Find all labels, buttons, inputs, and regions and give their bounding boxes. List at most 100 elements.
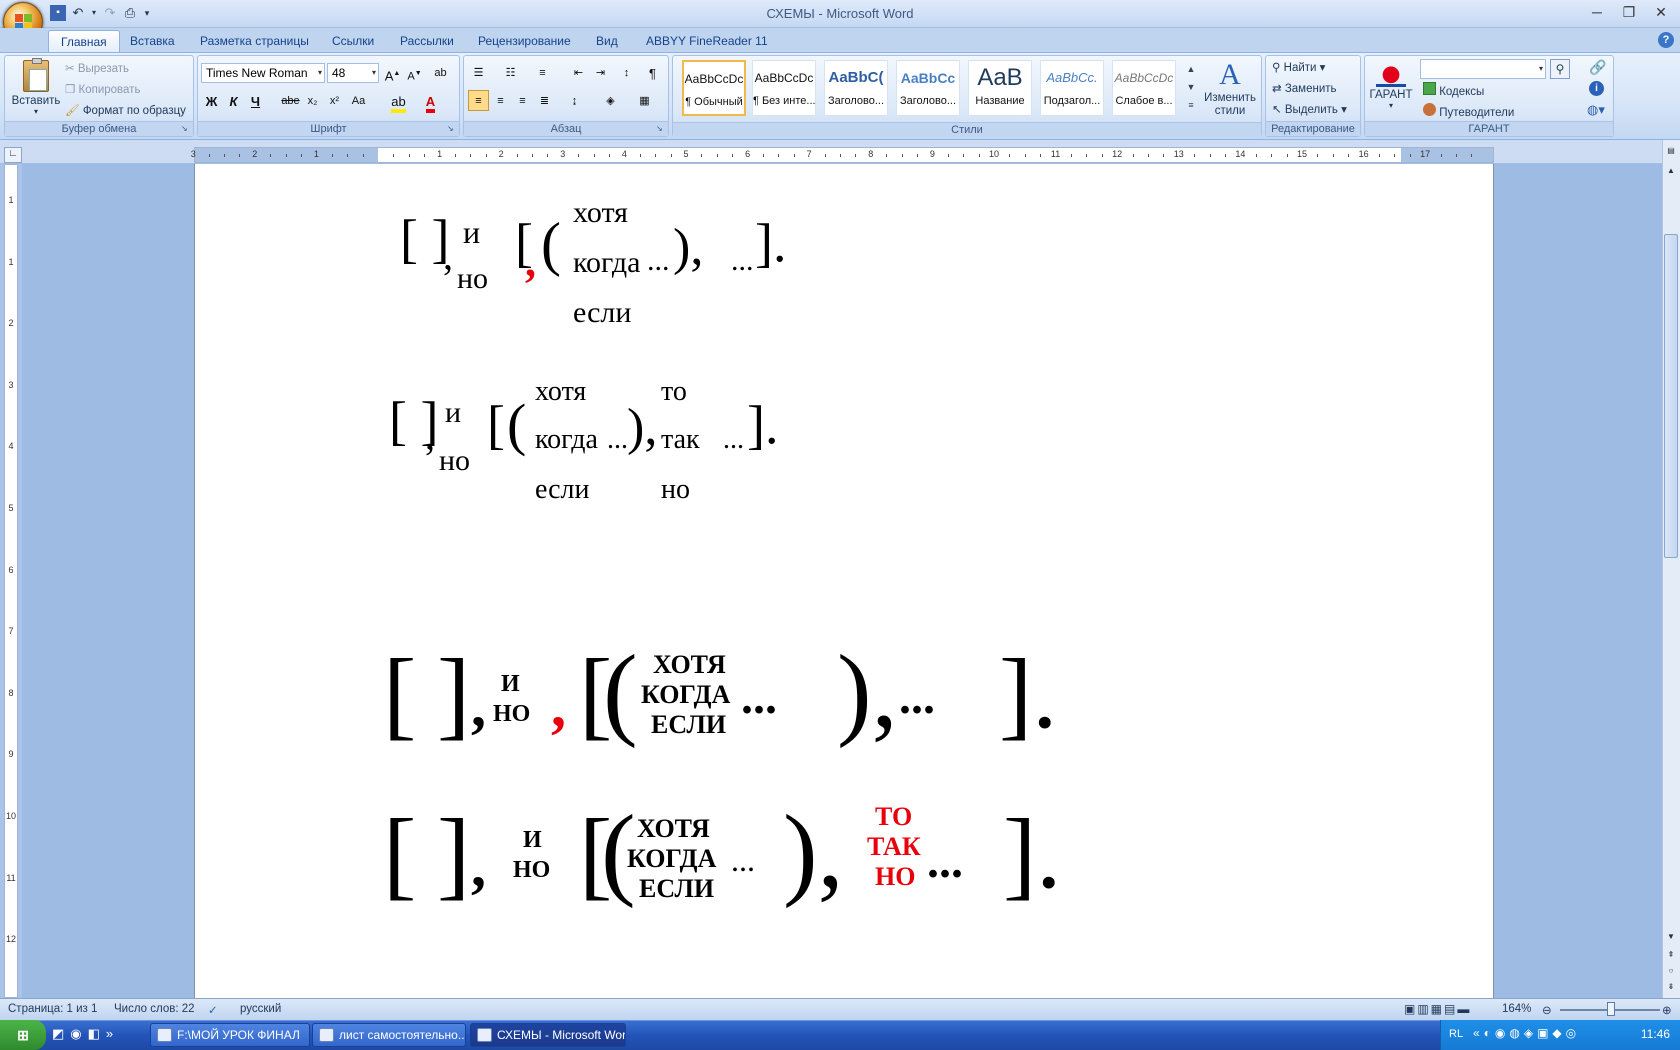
align-center-icon[interactable]: ≡ (490, 90, 511, 111)
vertical-ruler[interactable]: 1 1 2 3 4 5 6 7 8 9 10 11 12 (4, 164, 18, 998)
paste-button[interactable]: Вставить ▾ (11, 58, 61, 120)
spellcheck-icon[interactable]: ✓ (208, 1003, 218, 1017)
browse-object-icon[interactable]: ○ (1664, 964, 1678, 978)
grow-font-button[interactable]: A▲ (382, 62, 403, 83)
globe-icon[interactable]: ◍▾ (1587, 102, 1605, 118)
styles-scroll[interactable]: ▲ ▼ ≡ (1184, 60, 1198, 116)
zoom-slider-thumb[interactable] (1607, 1002, 1615, 1016)
change-case-button[interactable]: Aa (348, 90, 369, 111)
language-indicator[interactable]: русский (240, 1003, 281, 1015)
align-right-icon[interactable]: ≡ (512, 90, 533, 111)
tab-view[interactable]: Вид (584, 30, 630, 52)
scroll-up-icon[interactable]: ▲ (1664, 164, 1678, 178)
zoom-in-icon[interactable]: ⊕ (1662, 1003, 1672, 1017)
minimize-icon[interactable]: ─ (1586, 3, 1608, 21)
word-count[interactable]: Число слов: 22 (114, 1003, 195, 1015)
underline-button[interactable]: Ч (245, 90, 266, 111)
justify-icon[interactable]: ≣ (534, 90, 555, 111)
style-heading-2[interactable]: AaBbCc Заголово... (896, 60, 960, 116)
scroll-down-icon[interactable]: ▼ (1664, 930, 1678, 944)
garant-button[interactable]: ГАРАНТ ▾ (1369, 59, 1413, 119)
font-size-combo[interactable]: 48 ▾ (327, 63, 379, 83)
next-page-icon[interactable]: ⇟ (1664, 980, 1678, 994)
tab-stop-selector[interactable]: ∟ (4, 147, 22, 163)
subscript-button[interactable]: x₂ (302, 90, 323, 111)
zoom-out-icon[interactable]: ⊖ (1542, 1003, 1552, 1017)
link-icon[interactable]: 🔗 (1589, 59, 1606, 76)
garant-label: ГАРАНТ (1369, 89, 1413, 101)
taskbar-item-schemes[interactable]: СХЕМЫ - Microsoft Word (470, 1023, 626, 1047)
font-color-icon[interactable]: A (420, 90, 441, 113)
italic-button[interactable]: К (223, 90, 244, 111)
language-indicator[interactable]: RL (1449, 1028, 1463, 1040)
style-subtitle[interactable]: AaBbCc. Подзагол... (1040, 60, 1104, 116)
horizontal-ruler[interactable]: 3 2 1 1 2 3 4 5 6 7 8 9 10 11 12 13 14 15 16 17 (191, 147, 1494, 163)
shrink-font-button[interactable]: A▼ (404, 62, 425, 83)
tab-insert[interactable]: Вставка (118, 30, 187, 52)
select-button[interactable]: ↖ Выделить ▾ (1272, 102, 1347, 116)
bold-button[interactable]: Ж (201, 90, 222, 111)
chevron-down-icon[interactable]: ▼ (1184, 78, 1198, 96)
scrollbar-thumb[interactable] (1664, 234, 1678, 558)
style-subtle-emphasis[interactable]: AaBbCcDc Слабое в... (1112, 60, 1176, 116)
garant-search-input[interactable]: ▾ (1420, 59, 1546, 79)
ruler-view-icon[interactable]: ▤ (1664, 144, 1678, 158)
dialog-launcher-icon[interactable]: ↘ (181, 124, 191, 134)
bullets-icon[interactable]: ☰ (468, 62, 489, 83)
ruler-tick (639, 154, 641, 157)
document-page[interactable]: [ ] , и но [ , ( хотя когда если ... ), … (194, 164, 1494, 998)
restore-icon[interactable]: ❐ (1618, 3, 1640, 21)
guides-button[interactable]: Путеводители (1423, 103, 1514, 119)
multilevel-list-icon[interactable]: ≡ (532, 62, 553, 83)
style-heading-1[interactable]: AaBbC(Заголово... (824, 60, 888, 116)
chevron-up-icon[interactable]: ▲ (1184, 60, 1198, 78)
close-icon[interactable]: ✕ (1650, 3, 1672, 21)
tray-icons[interactable]: «◐◉◍◈▣◆◎ (1473, 1026, 1580, 1040)
dialog-launcher-icon[interactable]: ↘ (656, 124, 666, 134)
highlight-icon[interactable]: ab (388, 90, 409, 113)
numbering-icon[interactable]: ☷ (500, 62, 521, 83)
decrease-indent-icon[interactable]: ⇤ (568, 62, 589, 83)
borders-icon[interactable]: ▦ (634, 90, 655, 111)
tab-mailings[interactable]: Рассылки (388, 30, 466, 52)
show-marks-button[interactable]: ¶ (642, 62, 663, 83)
increase-indent-icon[interactable]: ⇥ (590, 62, 611, 83)
line-spacing-icon[interactable]: ↨ (564, 90, 585, 111)
quick-launch[interactable]: ◩◉◧» (52, 1026, 119, 1042)
style-no-spacing[interactable]: AaBbCcDc ¶ Без инте... (752, 60, 816, 116)
start-button[interactable]: ⊞ (0, 1020, 46, 1050)
info-icon[interactable]: i (1589, 81, 1604, 96)
view-buttons[interactable]: ▣▥▦▤▬ (1404, 1002, 1471, 1016)
style-normal[interactable]: AaBbCcDc ¶ Обычный (682, 60, 746, 116)
tab-page-layout[interactable]: Разметка страницы (188, 30, 321, 52)
tab-home[interactable]: Главная (48, 30, 120, 52)
page-count[interactable]: Страница: 1 из 1 (8, 1003, 97, 1015)
find-button[interactable]: ⚲ Найти ▾ (1272, 60, 1325, 74)
font-name-combo[interactable]: Times New Roman ▾ (201, 63, 325, 83)
tab-abbyy[interactable]: ABBYY FineReader 11 (634, 30, 780, 52)
ruler-tick (840, 154, 841, 157)
zoom-level[interactable]: 164% (1502, 1003, 1531, 1015)
superscript-button[interactable]: x² (324, 90, 345, 111)
change-styles-button[interactable]: A Изменить стили (1200, 58, 1260, 120)
taskbar-item-sheet[interactable]: лист самостоятельно... (312, 1023, 466, 1047)
dialog-launcher-icon[interactable]: ↘ (447, 124, 457, 134)
help-icon[interactable]: ? (1658, 32, 1674, 48)
shading-icon[interactable]: ◈ (600, 90, 621, 111)
sort-icon[interactable]: ↕ (616, 62, 637, 83)
format-painter-button[interactable]: 🖌 Формат по образцу (65, 103, 186, 117)
more-icon[interactable]: ≡ (1184, 96, 1198, 114)
strikethrough-button[interactable]: abe (280, 90, 301, 111)
taskbar-item-folder[interactable]: F:\МОЙ УРОК ФИНАЛ (150, 1023, 310, 1047)
tab-references[interactable]: Ссылки (320, 30, 386, 52)
clear-format-icon[interactable]: ab (430, 62, 451, 83)
tab-review[interactable]: Рецензирование (466, 30, 583, 52)
search-icon[interactable]: ⚲ (1550, 59, 1570, 79)
previous-page-icon[interactable]: ⇞ (1664, 948, 1678, 962)
copy-button[interactable]: ❐ Копировать (65, 82, 140, 96)
codes-button[interactable]: Кодексы (1423, 82, 1484, 98)
cut-button[interactable]: ✂ Вырезать (65, 61, 129, 75)
style-title[interactable]: AaB Название (968, 60, 1032, 116)
align-left-icon[interactable]: ≡ (468, 90, 489, 111)
replace-button[interactable]: ⇄ Заменить (1272, 81, 1337, 95)
